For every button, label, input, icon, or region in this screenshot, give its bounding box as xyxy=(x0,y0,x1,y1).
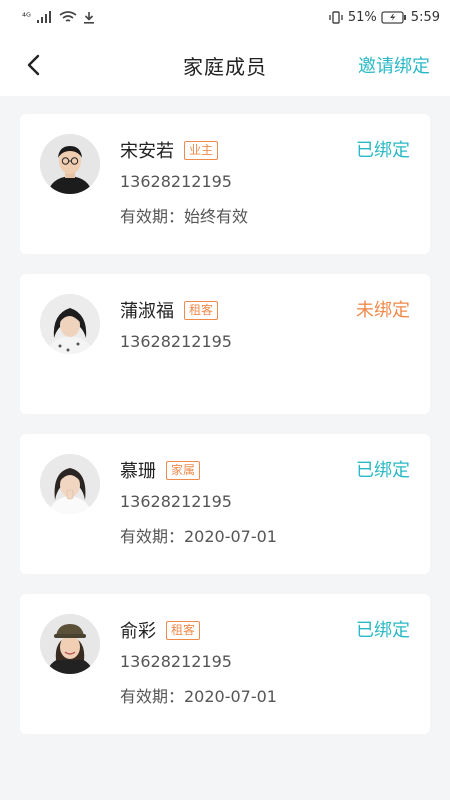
phone-number: 13628212195 xyxy=(120,492,232,511)
wifi-icon xyxy=(59,10,77,22)
battery-icon xyxy=(381,10,406,24)
chevron-left-icon xyxy=(27,54,40,76)
status-right: 51% 5:59 xyxy=(328,10,440,25)
download-icon xyxy=(83,11,94,24)
back-button[interactable] xyxy=(18,50,48,80)
avatar xyxy=(40,454,100,514)
bind-status[interactable]: 未绑定 xyxy=(356,296,410,322)
role-badge: 家属 xyxy=(166,460,201,480)
header: 家庭成员 邀请绑定 xyxy=(0,34,450,96)
member-name: 俞彩 xyxy=(120,621,156,642)
phone-number: 13628212195 xyxy=(120,652,232,671)
avatar xyxy=(40,614,100,674)
bind-status[interactable]: 已绑定 xyxy=(356,136,410,162)
member-name: 蒲淑福 xyxy=(120,301,174,322)
phone-number: 13628212195 xyxy=(120,172,232,191)
role-badge: 业主 xyxy=(184,140,219,160)
avatar xyxy=(40,294,100,354)
member-name: 慕珊 xyxy=(120,461,156,482)
avatar xyxy=(40,134,100,194)
validity-text: 有效期：2020-07-01 xyxy=(120,687,277,706)
role-badge: 租客 xyxy=(166,620,201,640)
battery-percent: 51% xyxy=(347,9,377,25)
network-type: ⁴ᴳ xyxy=(22,11,31,23)
invite-bind-button[interactable]: 邀请绑定 xyxy=(358,52,430,78)
clock: 5:59 xyxy=(410,9,440,25)
member-card[interactable]: 蒲淑福 租客 未绑定 13628212195 xyxy=(20,274,430,414)
validity-text: 有效期：始终有效 xyxy=(120,207,249,226)
signal-icon xyxy=(36,11,51,23)
bind-status[interactable]: 已绑定 xyxy=(356,456,410,482)
page-title: 家庭成员 xyxy=(183,54,267,79)
member-card[interactable]: 慕珊 家属 已绑定 13628212195 有效期：2020-07-01 xyxy=(20,434,430,574)
role-badge: 租客 xyxy=(184,300,219,320)
member-card[interactable]: 俞彩 租客 已绑定 13628212195 有效期：2020-07-01 xyxy=(20,594,430,734)
bind-status[interactable]: 已绑定 xyxy=(356,616,410,642)
member-list: 宋安若 业主 已绑定 13628212195 有效期：始终有效 蒲淑福 租客 未… xyxy=(0,96,450,734)
status-left: ⁴ᴳ xyxy=(22,10,95,24)
validity-text: 有效期：2020-07-01 xyxy=(120,527,277,546)
member-card[interactable]: 宋安若 业主 已绑定 13628212195 有效期：始终有效 xyxy=(20,114,430,254)
vibrate-icon xyxy=(329,10,343,24)
phone-number: 13628212195 xyxy=(120,332,232,351)
member-name: 宋安若 xyxy=(120,141,174,162)
status-bar: ⁴ᴳ 51% 5:59 xyxy=(0,0,450,34)
